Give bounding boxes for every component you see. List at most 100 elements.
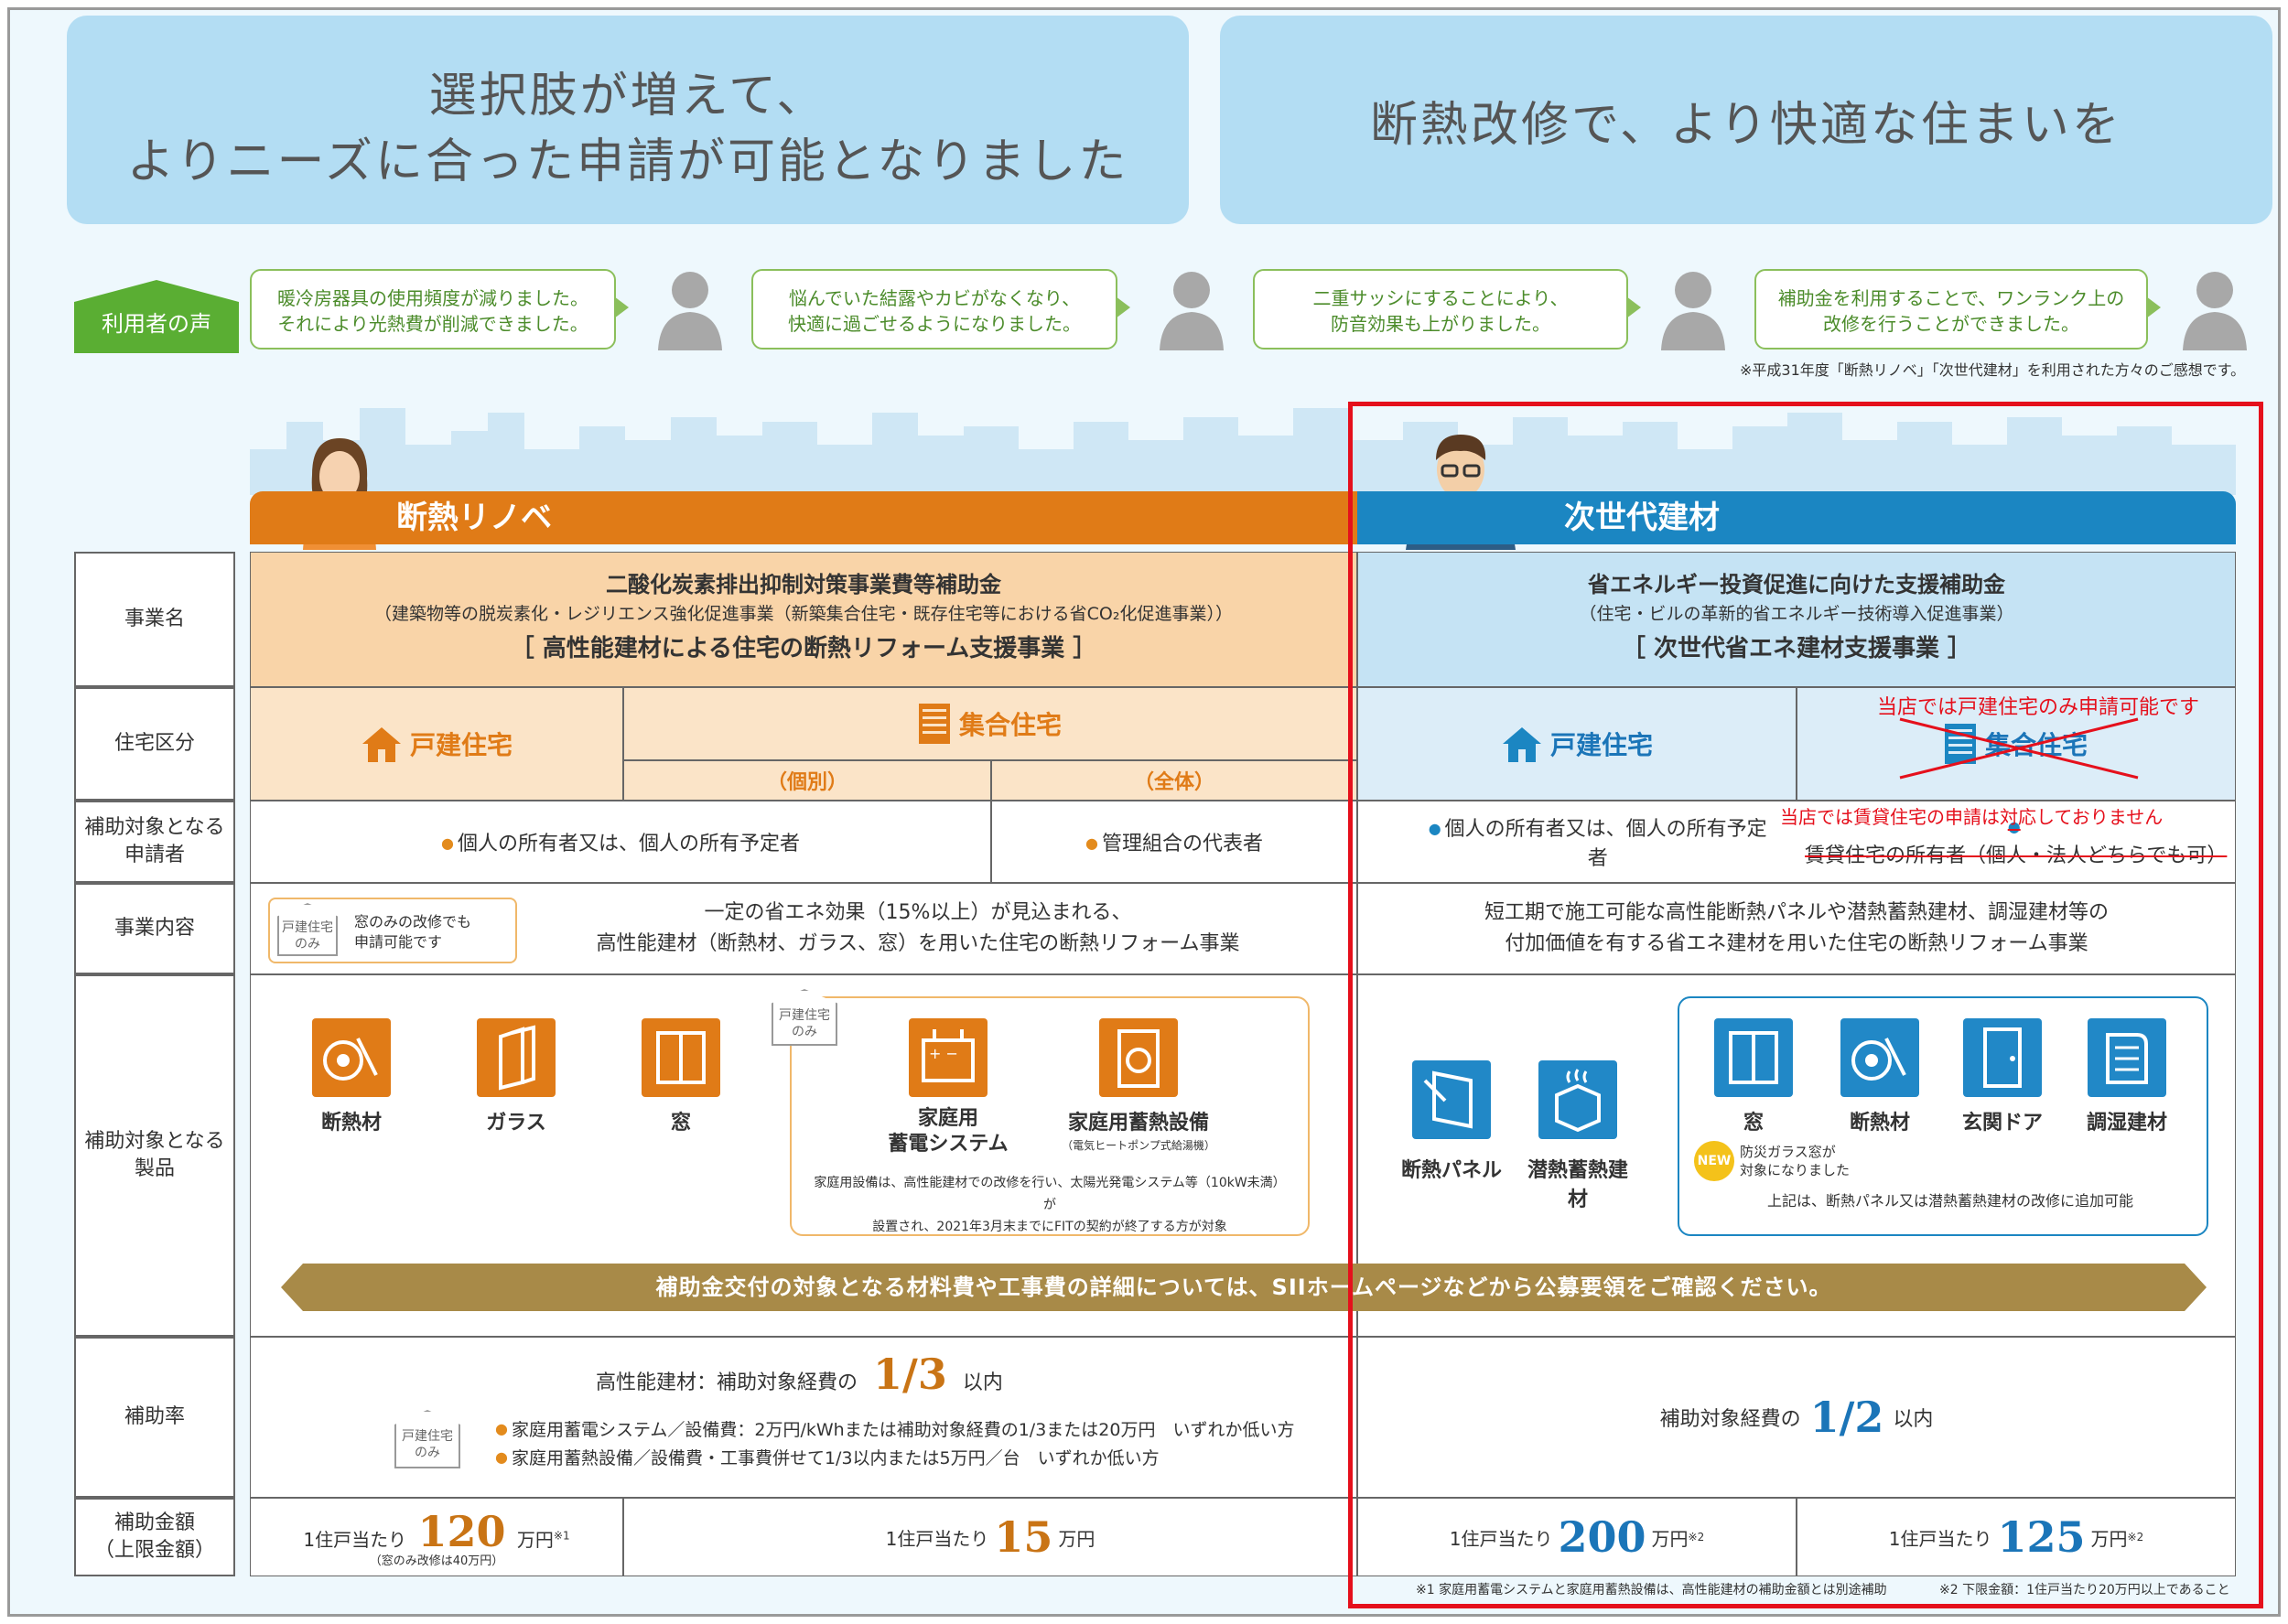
left-rate-details: 家庭用蓄電システム／設備費：2万円/kWhまたは補助対象経費の1/3または20万…: [495, 1415, 1295, 1472]
voice-2-line2: 快適に過ごせるようになりました。: [788, 313, 1081, 335]
voice-4-line1: 補助金を利用することで、ワンランク上の: [1777, 287, 2125, 309]
left-content-line1: 一定の省エネ効果（15%以上）が見込まれる、: [704, 901, 1132, 924]
left-whole-cell: （全体）: [991, 760, 1357, 801]
product-battery-line2: 蓄電システム: [888, 1133, 1009, 1156]
equipment-note: 家庭用設備は、高性能建材での改修を行い、太陽光発電システム等（10kW未満）が …: [810, 1172, 1290, 1238]
voice-3-line2: 防音効果も上がりました。: [1331, 313, 1550, 335]
left-amount1-mark: ※1: [553, 1528, 570, 1542]
svg-text:+ −: + −: [929, 1045, 958, 1062]
window-only-text: 窓のみの改修でも 申請可能です: [354, 912, 471, 952]
left-amount1-cell: 1住戸当たり 120 万円※1 （窓のみ改修は40万円）: [250, 1498, 623, 1576]
product-insulation: 断熱材: [320, 1112, 382, 1135]
equipment-note-line2: 設置され、2021年3月末までにFITの契約が終了する方が対象: [872, 1220, 1227, 1234]
person-silhouette-icon: [1661, 272, 1725, 350]
badge-line1: 戸建住宅: [282, 920, 333, 935]
banner-left-line2: よりニーズに合った申請が可能となりました: [126, 134, 1129, 189]
product-heat-note: （電気ヒートポンプ式給湯機）: [1062, 1139, 1215, 1152]
flyer: 選択肢が増えて、 よりニーズに合った申請が可能となりました 断熱改修で、より快適…: [7, 7, 2281, 1617]
left-rate-item1: 家庭用蓄電システム／設備費：2万円/kWhまたは補助対象経費の1/3または20万…: [495, 1415, 1295, 1444]
left-rate-item2: 家庭用蓄熱設備／設備費・工事費併せて1/3以内または5万円／台 いずれか低い方: [495, 1444, 1294, 1472]
badge-line2: のみ: [295, 937, 320, 952]
voices-note: ※平成31年度「断熱リノベ」「次世代建材」を利用された方々のご感想です。: [1740, 361, 2246, 379]
row-label-jigyomei: 事業名: [74, 552, 235, 687]
apartment-icon: [918, 704, 950, 744]
badge-line2: のみ: [415, 1446, 440, 1460]
row-label-ritsu: 補助率: [74, 1337, 235, 1498]
row-label-jutaku: 住宅区分: [74, 687, 235, 801]
left-applicant-whole-cell: 管理組合の代表者: [991, 801, 1357, 883]
person-silhouette-icon: [658, 272, 722, 350]
left-rate-main: 高性能建材：補助対象経費の 1/3 以内: [596, 1350, 1003, 1399]
insulation-icon: [312, 1018, 391, 1097]
left-detached-label: 戸建住宅: [409, 730, 513, 760]
row-label-seihin-1: 補助対象となる: [84, 1130, 225, 1153]
left-amount1-unit: 万円: [516, 1528, 554, 1551]
left-detached-cell: 戸建住宅: [250, 687, 623, 801]
left-rate-lead: 高性能建材：補助対象経費の: [596, 1371, 858, 1394]
house-icon: [362, 727, 401, 762]
product-battery-line1: 家庭用: [917, 1107, 978, 1130]
detached-only-badge: 戸建住宅 のみ: [277, 903, 338, 956]
left-individual-cell: （個別）: [623, 760, 991, 801]
battery-icon: + −: [909, 1018, 988, 1097]
person-silhouette-icon: [1160, 272, 1224, 350]
voice-bubble-3: 二重サッシにすることにより、 防音効果も上がりました。: [1253, 269, 1641, 350]
left-amount2-lead: 1住戸当たり: [885, 1527, 989, 1550]
voice-bubble-1: 暖冷房器具の使用頻度が減りました。 それにより光熱費が削減できました。: [250, 269, 629, 350]
voice-2-line1: 悩んでいた結露やカビがなくなり、: [788, 287, 1081, 309]
badge-line1: 戸建住宅: [402, 1429, 453, 1444]
voice-4-line2: 改修を行うことができました。: [1823, 313, 2079, 335]
left-collective-label: 集合住宅: [958, 710, 1062, 740]
product-window: 窓: [670, 1112, 691, 1135]
row-label-seihin-2: 製品: [134, 1157, 175, 1180]
row-label-seihin: 補助対象となる 製品: [74, 974, 235, 1337]
left-program-title: 二酸化炭素排出抑制対策事業費等補助金: [606, 572, 1001, 597]
left-rate-value: 1/3: [873, 1350, 947, 1399]
left-amount1-lead: 1住戸当たり: [303, 1528, 407, 1551]
voice-bubble-2: 悩んでいた結露やカビがなくなり、 快適に過ごせるようになりました。: [751, 269, 1130, 350]
row-label-kingaku: 補助金額 （上限金額）: [74, 1498, 235, 1576]
row-label-kingaku-1: 補助金額: [113, 1511, 195, 1534]
banner-left: 選択肢が増えて、 よりニーズに合った申請が可能となりました: [67, 16, 1189, 224]
product-battery: 家庭用 蓄電システム: [870, 1106, 1026, 1157]
window-only-note: 戸建住宅 のみ 窓のみの改修でも 申請可能です: [268, 898, 517, 963]
window-only-line2: 申請可能です: [354, 933, 443, 951]
left-collective-cell: 集合住宅: [623, 687, 1357, 760]
row-label-naiyo: 事業内容: [74, 883, 235, 974]
row-label-shinseisha-1: 補助対象となる: [84, 816, 225, 839]
window-only-line1: 窓のみの改修でも: [354, 913, 472, 930]
voice-1-line1: 暖冷房器具の使用頻度が減りました。: [277, 287, 588, 309]
left-amount2-cell: 1住戸当たり 15 万円: [623, 1498, 1357, 1576]
person-silhouette-icon: [2183, 272, 2247, 350]
left-amount1-note: （窓のみ改修は40万円）: [369, 1554, 504, 1568]
left-applicant-individual: 個人の所有者又は、個人の所有予定者: [441, 827, 800, 856]
banner-right: 断熱改修で、より快適な住まいを: [1220, 16, 2272, 224]
left-program-subtitle: （建築物等の脱炭素化・レジリエンス強化促進事業（新築集合住宅・既存住宅等における…: [374, 604, 1233, 624]
row-label-shinseisha-2: 申請者: [124, 844, 185, 866]
voice-1-line2: それにより光熱費が削減できました。: [277, 313, 588, 335]
left-program-cell: 二酸化炭素排出抑制対策事業費等補助金 （建築物等の脱炭素化・レジリエンス強化促進…: [250, 552, 1357, 687]
banner-left-line1: 選択肢が増えて、: [428, 69, 827, 124]
product-glass: ガラス: [486, 1112, 546, 1135]
window-icon: [642, 1018, 720, 1097]
badge-line2: のみ: [792, 1025, 817, 1039]
left-amount2-unit: 万円: [1058, 1527, 1095, 1550]
left-amount2-value: 15: [994, 1512, 1053, 1562]
left-amount1: 1住戸当たり 120 万円※1: [303, 1507, 569, 1556]
left-amount1-value: 120: [417, 1506, 506, 1556]
left-applicant-whole: 管理組合の代表者: [1085, 827, 1263, 856]
voice-bubble-4: 補助金を利用することで、ワンランク上の 改修を行うことができました。: [1754, 269, 2161, 350]
product-heat-storage: 家庭用蓄熱設備: [1067, 1112, 1209, 1135]
row-label-shinseisha: 補助対象となる 申請者: [74, 801, 235, 883]
badge-line1: 戸建住宅: [779, 1008, 830, 1023]
left-rate-suffix: 以内: [962, 1371, 1003, 1394]
user-voice-tag: 利用者の声: [74, 280, 239, 353]
row-label-kingaku-2: （上限金額）: [93, 1539, 215, 1562]
left-program-name: ［ 高性能建材による住宅の断熱リフォーム支援事業 ］: [510, 635, 1097, 662]
voice-3-line1: 二重サッシにすることにより、: [1312, 287, 1569, 309]
banner-right-text: 断熱改修で、より快適な住まいを: [1370, 98, 2122, 153]
tab-dannetsu-renove: 断熱リノベ: [250, 491, 1357, 544]
page: 選択肢が増えて、 よりニーズに合った申請が可能となりました 断熱改修で、より快適…: [0, 0, 2288, 1624]
glass-icon: [477, 1018, 556, 1097]
heat-storage-icon: [1099, 1018, 1178, 1097]
